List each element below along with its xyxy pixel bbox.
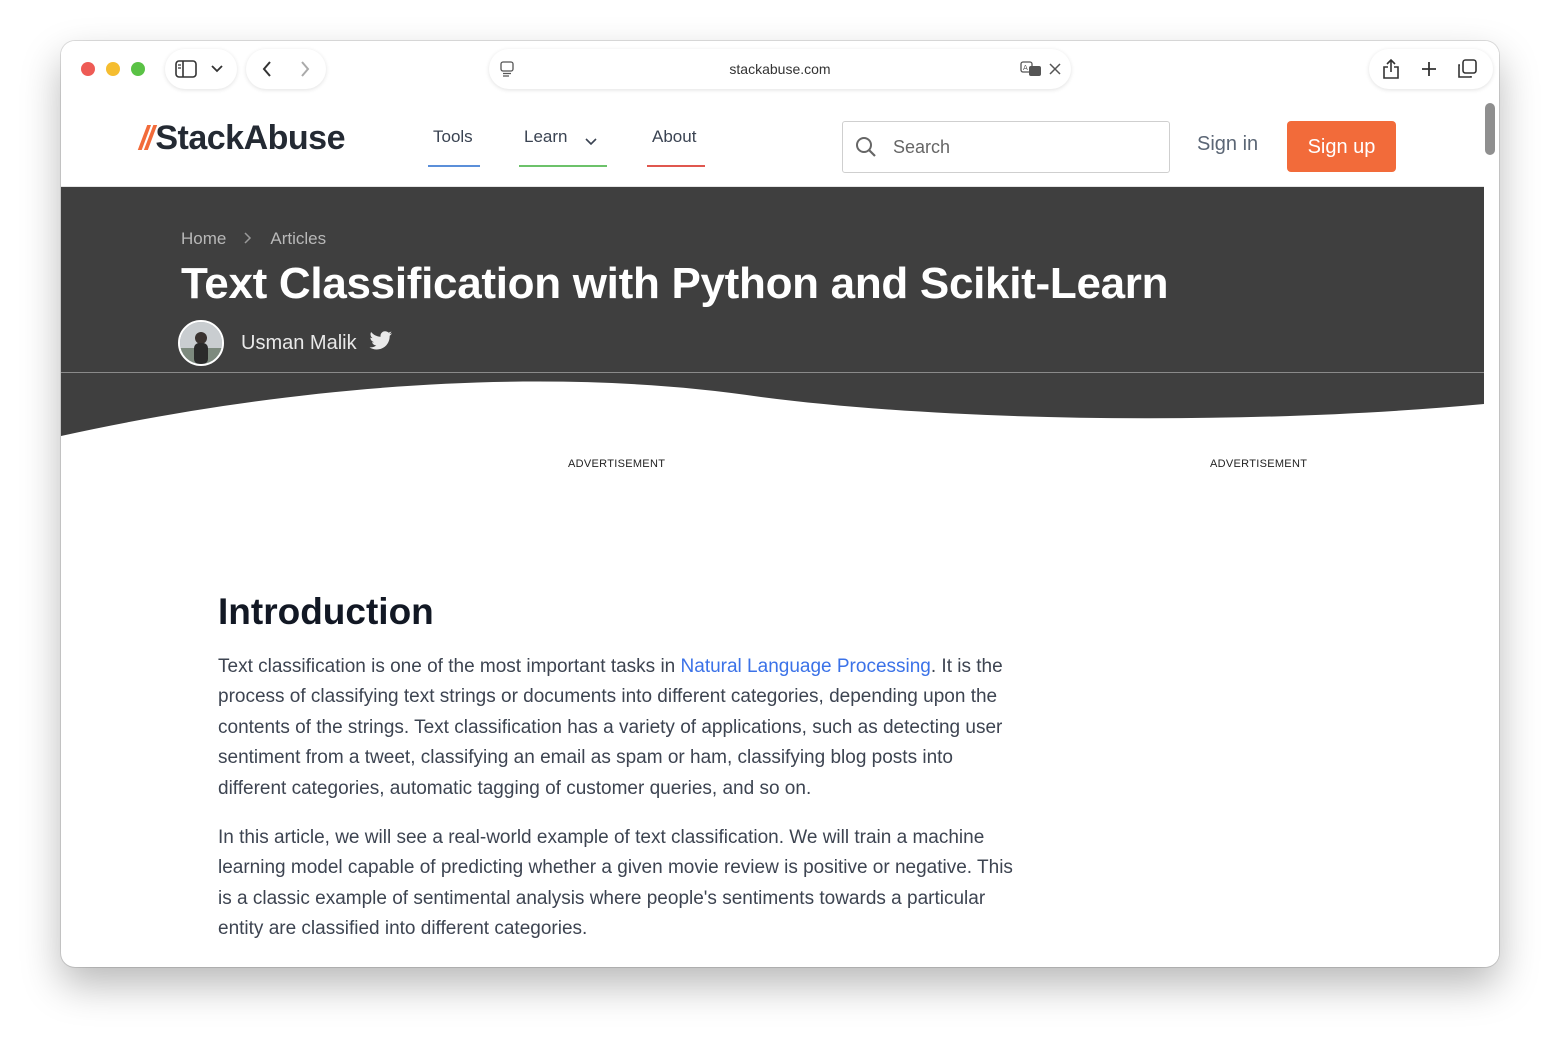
author-block: Usman Malik: [178, 320, 393, 366]
browser-actions-group: [1369, 49, 1493, 89]
hero-wave: [61, 373, 1484, 436]
share-icon[interactable]: [1379, 57, 1403, 81]
page-title: Text Classification with Python and Scik…: [181, 259, 1169, 308]
nav-about-underline: [647, 165, 705, 167]
article-hero: Home Articles Text Classification with P…: [61, 187, 1484, 373]
author-name[interactable]: Usman Malik: [241, 332, 357, 355]
chevron-down-icon[interactable]: [207, 59, 227, 79]
logo-text: StackAbuse: [155, 118, 345, 157]
close-window-button[interactable]: [81, 62, 95, 76]
forward-icon[interactable]: [294, 59, 316, 79]
history-nav-group: [246, 49, 326, 89]
avatar[interactable]: [178, 320, 224, 366]
nav-about[interactable]: About: [647, 123, 705, 167]
nav-tools[interactable]: Tools: [428, 123, 480, 167]
paragraph: In this article, we will see a real-worl…: [218, 827, 1013, 940]
nav-tools-underline: [428, 165, 480, 167]
nav-learn[interactable]: Learn: [519, 123, 607, 167]
breadcrumb-articles[interactable]: Articles: [270, 229, 326, 249]
svg-text:A: A: [1023, 64, 1028, 72]
paragraph-text: . It is the process of classifying text …: [218, 656, 1003, 799]
section-heading: Introduction: [218, 591, 434, 632]
sign-up-button[interactable]: Sign up: [1287, 121, 1396, 172]
stackabuse-logo[interactable]: // StackAbuse: [139, 115, 345, 161]
breadcrumb-home[interactable]: Home: [181, 229, 226, 249]
browser-window: stackabuse.com A // StackAbuse Tools Lea…: [61, 41, 1499, 967]
new-tab-icon[interactable]: [1417, 57, 1441, 81]
search-field[interactable]: [842, 121, 1170, 173]
nav-about-label: About: [652, 127, 697, 146]
article-body: Introduction Text classification is one …: [218, 591, 1018, 945]
chevron-right-icon: [244, 231, 252, 248]
back-icon[interactable]: [256, 59, 278, 79]
minimize-window-button[interactable]: [106, 62, 120, 76]
browser-toolbar: stackabuse.com A: [61, 41, 1499, 97]
search-input[interactable]: [891, 122, 1155, 172]
twitter-icon[interactable]: [369, 330, 393, 356]
sidebar-icon[interactable]: [173, 57, 199, 81]
close-icon[interactable]: [1045, 59, 1065, 79]
advertisement-label: ADVERTISEMENT: [568, 458, 666, 470]
advertisement-label: ADVERTISEMENT: [1210, 458, 1308, 470]
zoom-window-button[interactable]: [131, 62, 145, 76]
chevron-down-icon: [585, 131, 597, 151]
scrollbar-thumb[interactable]: [1485, 103, 1495, 155]
translate-icon[interactable]: A: [1019, 59, 1043, 79]
nav-learn-underline: [519, 165, 607, 167]
address-bar[interactable]: stackabuse.com A: [489, 49, 1071, 89]
nav-learn-label: Learn: [524, 127, 568, 146]
breadcrumb: Home Articles: [181, 229, 326, 249]
tab-overview-icon[interactable]: [1455, 57, 1479, 81]
site-header: // StackAbuse Tools Learn About Sign in …: [61, 97, 1484, 187]
paragraph-text: Text classification is one of the most i…: [218, 656, 681, 677]
sidebar-toggle-group: [165, 49, 237, 89]
search-icon: [855, 136, 877, 163]
logo-slashes: //: [139, 119, 154, 156]
url-text: stackabuse.com: [729, 61, 831, 77]
paragraph: Text classification is one of the most i…: [218, 652, 1018, 804]
nav-tools-label: Tools: [433, 127, 473, 146]
scrollbar-track[interactable]: [1484, 97, 1499, 967]
sign-in-link[interactable]: Sign in: [1197, 133, 1258, 156]
nlp-link[interactable]: Natural Language Processing: [681, 656, 931, 677]
